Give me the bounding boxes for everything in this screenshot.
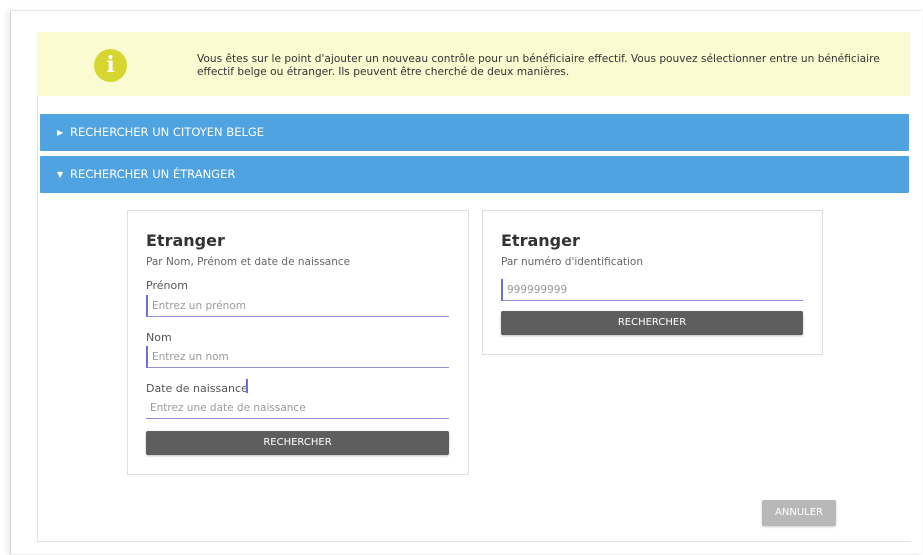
search-by-id-button[interactable]: RECHERCHER xyxy=(501,311,803,335)
card-subtitle: Par Nom, Prénom et date de naissance xyxy=(146,256,351,268)
search-by-id-card: Etranger Par numéro d'identification REC… xyxy=(482,210,823,355)
accordion-label: RECHERCHER UN CITOYEN BELGE xyxy=(70,125,265,139)
card-title: Etranger xyxy=(146,231,225,250)
caret-down-icon: ▼ xyxy=(57,170,64,179)
card-subtitle: Par numéro d'identification xyxy=(501,256,644,268)
card-title: Etranger xyxy=(501,231,580,250)
search-by-name-card: Etranger Par Nom, Prénom et date de nais… xyxy=(127,210,469,475)
first-name-label: Prénom xyxy=(146,279,188,292)
accordion-label: RECHERCHER UN ÉTRANGER xyxy=(70,167,236,181)
caret-right-icon: ▶ xyxy=(57,128,64,137)
first-name-input[interactable] xyxy=(146,295,449,317)
search-by-name-button[interactable]: RECHERCHER xyxy=(146,431,449,455)
birth-date-label: Date de naissance xyxy=(146,382,248,395)
accordion-foreigner[interactable]: ▼ RECHERCHER UN ÉTRANGER xyxy=(40,156,909,193)
last-name-label: Nom xyxy=(146,331,172,344)
birth-date-input[interactable] xyxy=(146,397,449,419)
info-banner: i Vous êtes sur le point d'ajouter un no… xyxy=(37,32,910,96)
last-name-input[interactable] xyxy=(146,346,449,368)
accordion-belgian-citizen[interactable]: ▶ RECHERCHER UN CITOYEN BELGE xyxy=(40,114,909,151)
identification-number-input[interactable] xyxy=(501,279,803,301)
info-message: Vous êtes sur le point d'ajouter un nouv… xyxy=(197,53,880,78)
info-icon: i xyxy=(94,49,127,82)
text-cursor xyxy=(246,379,248,393)
cancel-button[interactable]: ANNULER xyxy=(762,500,836,526)
